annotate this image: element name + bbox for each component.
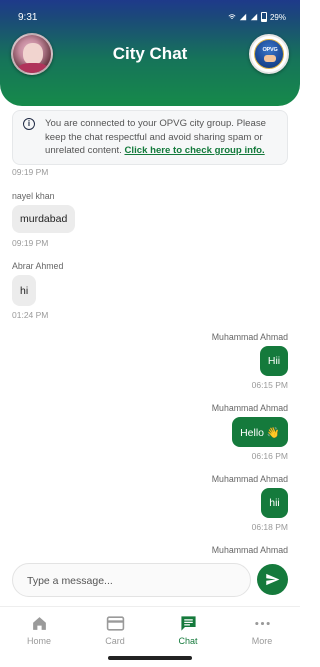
nav-more[interactable]: More	[232, 615, 292, 646]
nav-card[interactable]: Card	[85, 615, 145, 646]
info-icon: i	[23, 118, 35, 130]
message-time: 06:16 PM	[251, 451, 288, 461]
chat-icon	[180, 616, 196, 631]
sender-name: Muhammad Ahmad	[211, 332, 288, 342]
nav-chat-label: Chat	[178, 636, 198, 646]
message-composer	[12, 563, 251, 597]
sender-name: Muhammad Ahmad	[211, 403, 288, 413]
bottom-navigation: Home Card Chat More	[0, 606, 300, 652]
nav-chat[interactable]: Chat	[158, 615, 218, 646]
battery-level: 29%	[269, 12, 286, 22]
app-header: 9:31 29% City Chat OPVG	[0, 0, 300, 106]
group-logo-text: OPVG	[262, 47, 278, 53]
home-icon	[32, 617, 46, 630]
group-logo[interactable]: OPVG	[249, 34, 289, 74]
signal-icon-2	[250, 13, 258, 21]
group-info-notice: i You are connected to your OPVG city gr…	[12, 110, 288, 165]
more-icon	[254, 621, 270, 626]
card-icon	[106, 616, 124, 631]
notice-text: You are connected to your OPVG city grou…	[45, 117, 285, 158]
status-bar: 9:31 29%	[0, 0, 300, 34]
nav-card-label: Card	[105, 636, 125, 646]
system-icons: 29%	[228, 12, 286, 22]
send-button[interactable]	[257, 564, 288, 595]
message-time: 09:19 PM	[12, 167, 49, 177]
message-time: 06:15 PM	[251, 380, 288, 390]
sender-name: Abrar Ahmed	[12, 261, 64, 271]
wifi-icon	[228, 14, 236, 19]
sender-name: Muhammad Ahmad	[211, 474, 288, 484]
message-list[interactable]: 09:19 PM nayel khan murdabad 09:19 PM Ab…	[0, 165, 300, 560]
sender-name: Muhammad Ahmad	[211, 545, 288, 555]
status-time: 9:31	[18, 12, 38, 23]
message-time: 06:18 PM	[251, 522, 288, 532]
message-input[interactable]	[27, 572, 237, 590]
message-bubble-incoming[interactable]: murdabad	[12, 205, 76, 233]
message-bubble-incoming[interactable]: hi	[12, 275, 37, 306]
nav-home[interactable]: Home	[9, 615, 69, 646]
message-bubble-outgoing[interactable]: Hello 👋	[232, 417, 288, 447]
nav-more-label: More	[251, 636, 273, 646]
battery-icon	[260, 12, 267, 22]
group-info-link[interactable]: Click here to check group info.	[124, 145, 264, 156]
home-indicator	[108, 656, 192, 660]
message-bubble-outgoing[interactable]: Hii	[260, 346, 288, 376]
nav-home-label: Home	[26, 636, 51, 646]
signal-icon	[239, 13, 247, 21]
message-time: 01:24 PM	[12, 310, 49, 320]
message-time: 09:19 PM	[12, 238, 49, 248]
sender-name: nayel khan	[12, 191, 55, 201]
send-icon	[266, 573, 280, 586]
message-bubble-outgoing[interactable]: hii	[261, 488, 288, 518]
